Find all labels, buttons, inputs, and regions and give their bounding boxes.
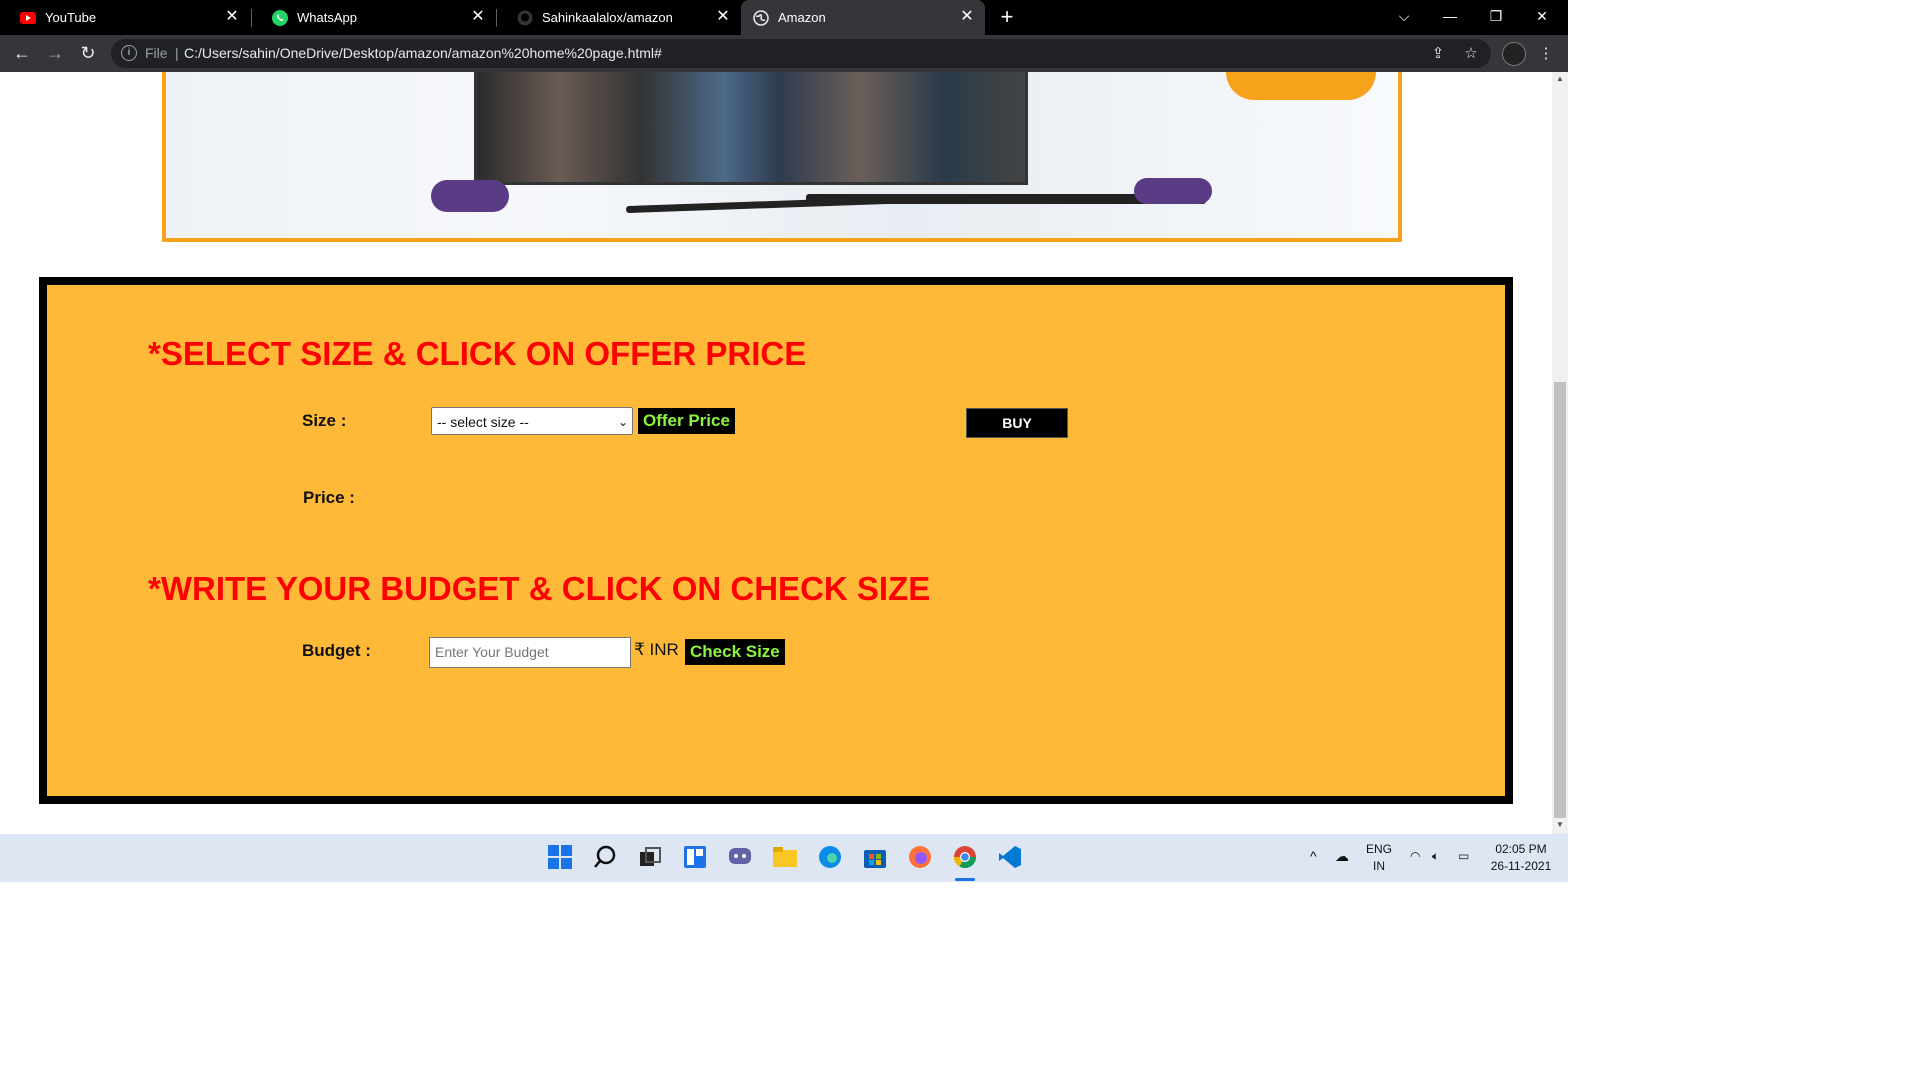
scroll-up-arrow-icon[interactable]: ▲	[1552, 72, 1568, 86]
close-icon[interactable]: ✕	[470, 9, 486, 25]
microsoft-store-icon[interactable]	[862, 844, 888, 870]
teams-chat-icon[interactable]	[727, 844, 753, 870]
scroll-down-arrow-icon[interactable]: ▼	[1552, 818, 1568, 832]
url-text[interactable]: C:/Users/sahin/OneDrive/Desktop/amazon/a…	[184, 45, 662, 61]
tv-banner-image	[162, 72, 1402, 242]
browser-toolbar: ← → ↻ i File | C:/Users/sahin/OneDrive/D…	[0, 35, 1568, 72]
tab-strip: YouTube ✕ WhatsApp ✕ Sahinkaalalox/amazo…	[0, 0, 1568, 35]
youtube-icon	[20, 10, 36, 26]
vscode-icon[interactable]	[997, 844, 1023, 870]
tab-whatsapp[interactable]: WhatsApp ✕	[252, 0, 496, 35]
show-hidden-icons-chevron-icon[interactable]: ^	[1310, 848, 1317, 864]
profile-avatar[interactable]	[1502, 42, 1526, 66]
tab-label: Sahinkaalalox/amazon	[542, 10, 673, 25]
battery-icon[interactable]: ▭	[1458, 849, 1469, 863]
wifi-icon[interactable]: ◠	[1410, 849, 1420, 863]
chrome-icon[interactable]	[952, 844, 978, 870]
budget-label: Budget :	[302, 641, 371, 660]
size-select-value: -- select size --	[437, 414, 529, 430]
menu-kebab-icon[interactable]: ⋮	[1536, 44, 1556, 64]
edge-browser-icon[interactable]	[817, 844, 843, 870]
offer-price-button[interactable]: Offer Price	[638, 408, 735, 434]
windows-start-icon[interactable]	[547, 844, 573, 870]
new-tab-icon[interactable]: +	[996, 6, 1018, 28]
widgets-icon[interactable]	[682, 844, 708, 870]
price-label: Price :	[303, 488, 355, 507]
chevron-down-icon: ⌄	[617, 415, 628, 429]
file-scheme-label: File	[145, 45, 168, 61]
budget-input[interactable]: Enter Your Budget	[429, 637, 631, 668]
address-bar[interactable]: i File | C:/Users/sahin/OneDrive/Desktop…	[111, 39, 1491, 68]
budget-heading: *WRITE YOUR BUDGET & CLICK ON CHECK SIZE	[148, 570, 931, 607]
tab-search-chevron-icon[interactable]: ⌵	[1381, 0, 1427, 32]
page-scrollbar[interactable]: ▲ ▼	[1552, 72, 1568, 834]
clock-date[interactable]: 26-11-2021	[1488, 859, 1554, 873]
offer-form: *SELECT SIZE & CLICK ON OFFER PRICE Size…	[39, 277, 1513, 804]
select-size-heading: *SELECT SIZE & CLICK ON OFFER PRICE	[148, 335, 807, 372]
separator: |	[175, 45, 179, 61]
star-bookmark-icon[interactable]: ☆	[1461, 44, 1481, 64]
page-content: *SELECT SIZE & CLICK ON OFFER PRICE Size…	[0, 72, 1552, 834]
forward-arrow-icon[interactable]: →	[43, 41, 67, 65]
firefox-icon[interactable]	[907, 844, 933, 870]
whatsapp-icon	[272, 9, 288, 26]
people-image	[477, 72, 1025, 182]
active-app-indicator	[955, 878, 975, 881]
github-icon	[517, 10, 533, 26]
clock-time[interactable]: 02:05 PM	[1488, 842, 1554, 856]
soundbar-badge	[1134, 178, 1212, 204]
size-select[interactable]: -- select size -- ⌄	[431, 407, 633, 435]
reload-icon[interactable]: ↻	[76, 41, 100, 65]
check-size-button[interactable]: Check Size	[685, 639, 785, 665]
oled-tv-badge	[431, 180, 509, 212]
windows-taskbar: ^ ☁ ENG IN ◠ 🔈︎ ▭ 02:05 PM 26-11-2021	[0, 834, 1568, 882]
scrollbar-thumb[interactable]	[1554, 382, 1566, 818]
tab-github[interactable]: Sahinkaalalox/amazon ✕	[497, 0, 741, 35]
tab-label: Amazon	[778, 10, 826, 25]
share-icon[interactable]: ⇪	[1428, 44, 1448, 64]
size-label: Size :	[302, 411, 347, 430]
maximize-icon[interactable]: ❐	[1473, 0, 1519, 32]
language-indicator[interactable]: ENG	[1366, 842, 1392, 856]
back-arrow-icon[interactable]: ←	[10, 41, 34, 65]
search-icon[interactable]	[592, 844, 618, 870]
onedrive-cloud-icon[interactable]: ☁	[1335, 848, 1349, 865]
tab-label: WhatsApp	[297, 10, 357, 25]
minimize-icon[interactable]: —	[1427, 0, 1473, 32]
task-view-icon[interactable]	[637, 844, 663, 870]
window-close-icon[interactable]: ✕	[1519, 0, 1565, 32]
buy-button[interactable]: BUY	[966, 408, 1068, 438]
volume-icon[interactable]: 🔈︎	[1432, 849, 1439, 864]
close-icon[interactable]: ✕	[715, 9, 731, 25]
tv-image	[474, 72, 1028, 185]
region-indicator[interactable]: IN	[1366, 859, 1392, 873]
globe-icon	[753, 9, 769, 26]
close-icon[interactable]: ✕	[959, 9, 975, 25]
tab-youtube[interactable]: YouTube ✕	[0, 0, 250, 35]
close-icon[interactable]: ✕	[224, 9, 240, 25]
tab-label: YouTube	[45, 10, 97, 25]
info-icon[interactable]: i	[121, 45, 137, 61]
tab-amazon[interactable]: Amazon ✕	[741, 0, 985, 35]
file-explorer-icon[interactable]	[772, 844, 798, 870]
banner-decoration	[1226, 72, 1376, 100]
currency-label: ₹ INR	[634, 640, 679, 659]
